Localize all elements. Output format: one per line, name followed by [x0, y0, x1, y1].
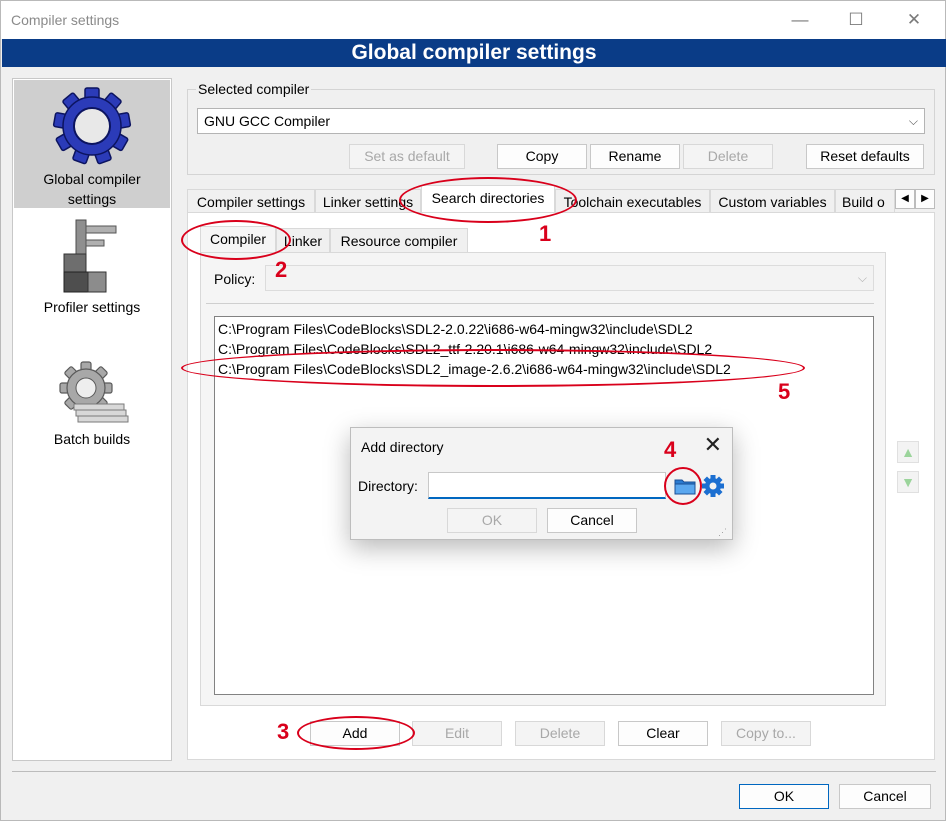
footer-divider — [12, 771, 936, 772]
gear-icon — [702, 475, 724, 497]
dialog-close-button[interactable]: ✕ — [704, 432, 722, 458]
dialog-title: Add directory — [361, 439, 444, 455]
folder-icon — [674, 479, 696, 495]
policy-select[interactable]: ⌵ — [265, 265, 874, 291]
copy-to-button[interactable]: Copy to... — [721, 721, 811, 746]
group-title: Selected compiler — [196, 81, 312, 97]
add-directory-button[interactable]: Add — [310, 721, 400, 746]
caliper-icon — [63, 219, 117, 293]
divider — [206, 303, 874, 304]
compiler-select[interactable]: GNU GCC Compiler ⌵ — [197, 108, 925, 134]
sidebar-item-batch-builds[interactable]: Batch builds — [14, 360, 170, 460]
tab-toolchain-executables[interactable]: Toolchain executables — [555, 189, 710, 213]
arrow-down-icon: ▼ — [901, 474, 915, 490]
annotation-number: 5 — [778, 379, 791, 404]
annotation-number: 2 — [275, 257, 288, 282]
minimize-button[interactable]: — — [777, 5, 823, 35]
sidebar-item-global-compiler[interactable]: Global compiler settings — [14, 80, 170, 208]
delete-compiler-button[interactable]: Delete — [683, 144, 773, 169]
clear-directories-button[interactable]: Clear — [618, 721, 708, 746]
tab-search-directories[interactable]: Search directories — [421, 185, 555, 213]
sidebar-item-label: settings — [67, 191, 117, 207]
title-bar: Compiler settings — ☐ ✕ — [1, 1, 945, 39]
cancel-button[interactable]: Cancel — [839, 784, 931, 809]
tab-build-options[interactable]: Build o — [835, 189, 895, 213]
sub-tabs: Compiler Linker Resource compiler — [200, 226, 490, 254]
close-button[interactable]: ✕ — [891, 5, 937, 35]
tab-custom-variables[interactable]: Custom variables — [710, 189, 835, 213]
list-item[interactable]: C:\Program Files\CodeBlocks\SDL2-2.0.22\… — [218, 321, 693, 337]
move-down-button[interactable]: ▼ — [897, 471, 919, 493]
browse-folder-button[interactable] — [673, 474, 697, 498]
rename-compiler-button[interactable]: Rename — [590, 144, 680, 169]
gear-icon — [52, 87, 132, 165]
compiler-settings-window: Compiler settings — ☐ ✕ Global compiler … — [0, 0, 946, 821]
sidebar-item-profiler[interactable]: Profiler settings — [14, 216, 170, 326]
sidebar-item-label: Global compiler — [43, 171, 141, 187]
directory-label: Directory: — [358, 478, 418, 494]
directory-input[interactable] — [428, 472, 666, 499]
sidebar-item-label: Profiler settings — [43, 299, 141, 315]
resize-grip-icon[interactable]: ⋰ — [718, 527, 727, 538]
window-title: Compiler settings — [11, 12, 120, 28]
batch-gear-icon — [59, 361, 129, 423]
main-tabs: Compiler settings Linker settings Search… — [187, 185, 935, 213]
list-item[interactable]: C:\Program Files\CodeBlocks\SDL2_ttf-2.2… — [218, 341, 712, 357]
reset-defaults-button[interactable]: Reset defaults — [806, 144, 924, 169]
subtab-resource-compiler[interactable]: Resource compiler — [330, 228, 468, 252]
copy-compiler-button[interactable]: Copy — [497, 144, 587, 169]
subtab-linker[interactable]: Linker — [276, 228, 330, 252]
annotation-number: 1 — [539, 221, 552, 246]
dialog-ok-button[interactable]: OK — [447, 508, 537, 533]
path-macro-button[interactable] — [701, 474, 725, 498]
annotation-number: 3 — [277, 719, 290, 744]
ok-button[interactable]: OK — [739, 784, 829, 809]
tab-scroll-right-button[interactable]: ▶ — [915, 189, 935, 209]
annotation-number: 4 — [664, 437, 677, 462]
set-as-default-button[interactable]: Set as default — [349, 144, 465, 169]
policy-label: Policy: — [214, 271, 256, 287]
list-item[interactable]: C:\Program Files\CodeBlocks\SDL2_image-2… — [218, 361, 731, 377]
maximize-button[interactable]: ☐ — [833, 5, 879, 35]
compiler-select-value: GNU GCC Compiler — [204, 113, 331, 129]
chevron-down-icon: ⌵ — [857, 271, 867, 285]
page-banner: Global compiler settings — [2, 39, 946, 67]
tab-linker-settings[interactable]: Linker settings — [315, 189, 421, 213]
dialog-cancel-button[interactable]: Cancel — [547, 508, 637, 533]
arrow-up-icon: ▲ — [901, 444, 915, 460]
move-up-button[interactable]: ▲ — [897, 441, 919, 463]
delete-directory-button[interactable]: Delete — [515, 721, 605, 746]
subtab-compiler[interactable]: Compiler — [200, 226, 276, 254]
chevron-down-icon: ⌵ — [908, 114, 918, 128]
tab-compiler-settings[interactable]: Compiler settings — [187, 189, 315, 213]
edit-directory-button[interactable]: Edit — [412, 721, 502, 746]
sidebar-item-label: Batch builds — [53, 431, 131, 447]
tab-scroll-left-button[interactable]: ◀ — [895, 189, 915, 209]
sidebar: Global compiler settings Profiler settin… — [12, 78, 172, 761]
